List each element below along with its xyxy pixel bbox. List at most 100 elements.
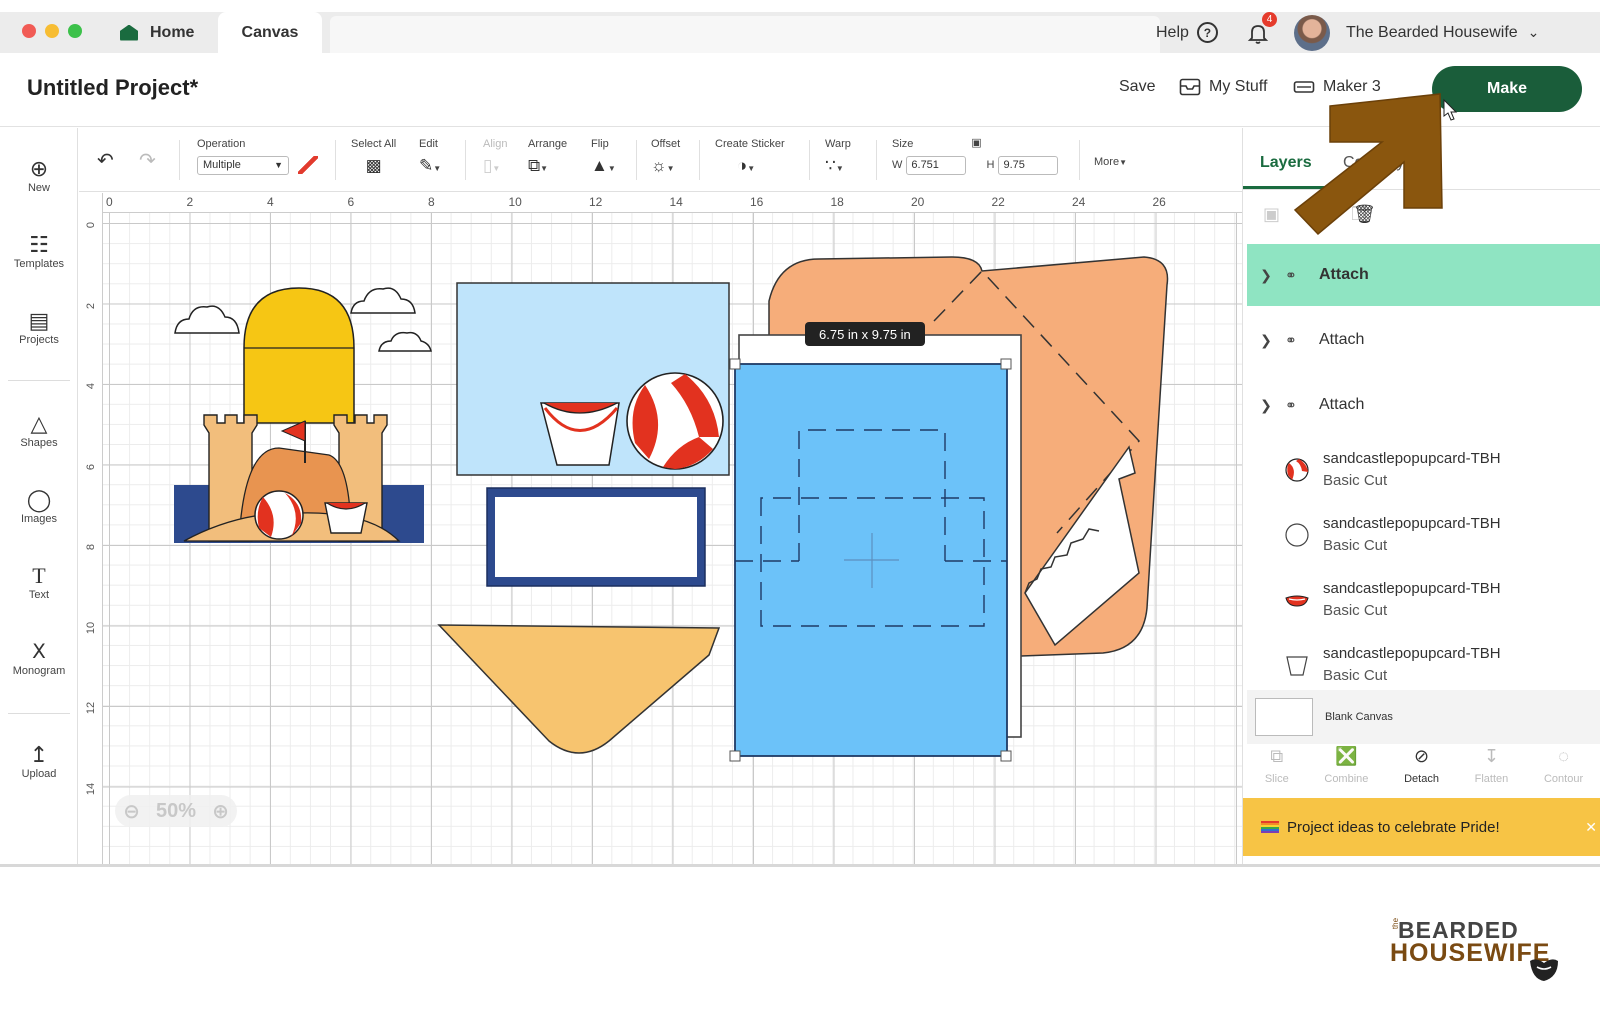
zoom-window-button[interactable]	[68, 24, 82, 38]
layer-name: sandcastlepopupcard-TBH	[1323, 580, 1501, 597]
layer-row[interactable]: sandcastlepopupcard-TBH Basic Cut	[1247, 569, 1600, 631]
zoom-out-icon[interactable]: ⊖	[123, 799, 140, 824]
notification-badge: 4	[1262, 12, 1277, 27]
flatten-icon: ↧	[1483, 746, 1499, 766]
rail-divider	[8, 713, 70, 714]
monogram-button[interactable]: Ⅹ Monogram	[0, 639, 78, 677]
operation-dropdown[interactable]: Multiple ▼	[197, 156, 289, 175]
layer-row[interactable]: sandcastlepopupcard-TBH Basic Cut	[1247, 504, 1600, 566]
size-lock-icon[interactable]: ▣	[969, 136, 983, 149]
select-all-button[interactable]: Select All ▩	[351, 138, 396, 176]
account-menu[interactable]: The Bearded Housewife ⌄	[1294, 12, 1539, 53]
shapes-button[interactable]: △ Shapes	[0, 411, 78, 449]
slice-icon: ⧉	[1270, 746, 1284, 766]
sand-base[interactable]	[437, 624, 721, 754]
templates-button[interactable]: ☷ Templates	[0, 232, 78, 270]
tab-home[interactable]: Home	[108, 12, 218, 53]
tshirt-icon: ☷	[29, 232, 49, 257]
make-button[interactable]: Make	[1432, 66, 1582, 112]
arrange-button[interactable]: Arrange ⧉▼	[528, 138, 567, 176]
more-button[interactable]: More▼	[1094, 156, 1127, 168]
warp-button[interactable]: Warp ∵▼	[825, 138, 851, 176]
clipboard-icon: ▤	[28, 308, 50, 333]
machine-select-button[interactable]: Maker 3	[1293, 78, 1381, 96]
help-button[interactable]: Help ?	[1156, 12, 1218, 53]
tab-layers[interactable]: Layers	[1260, 154, 1312, 172]
offset-button[interactable]: Offset ☼▼	[651, 138, 680, 176]
layer-group-row[interactable]: ❯ ⚭ Attach	[1247, 244, 1600, 306]
blank-canvas-layer[interactable]: Blank Canvas	[1247, 690, 1600, 744]
chevron-right-icon[interactable]: ❯	[1247, 267, 1285, 284]
trash-icon[interactable]: 🗑	[1353, 204, 1376, 225]
new-button[interactable]: ⊕ New	[0, 156, 78, 194]
height-input[interactable]: 9.75	[998, 156, 1059, 175]
resize-handle-tl[interactable]	[729, 358, 741, 370]
sticker-icon: ◑	[737, 156, 748, 175]
flip-icon: ▲	[591, 156, 608, 175]
chevron-right-icon[interactable]: ❯	[1247, 332, 1285, 349]
question-icon: ?	[1196, 22, 1218, 43]
group-icon[interactable]: ▣	[1263, 204, 1280, 225]
layer-group-row[interactable]: ❯ ⚭ Attach	[1247, 374, 1600, 436]
tab-canvas[interactable]: Canvas	[218, 12, 322, 53]
my-stuff-button[interactable]: My Stuff	[1179, 78, 1267, 96]
layer-group-row[interactable]: ❯ ⚭ Attach	[1247, 309, 1600, 371]
resize-handle-bl[interactable]	[729, 750, 741, 762]
beach-ball-icon	[1281, 454, 1313, 486]
upload-button[interactable]: ↥ Upload	[0, 742, 78, 780]
minimize-window-button[interactable]	[45, 24, 59, 38]
project-title[interactable]: Untitled Project*	[27, 75, 198, 101]
zoom-in-icon[interactable]: ⊕	[212, 799, 229, 824]
close-icon[interactable]: ✕	[1585, 819, 1597, 836]
offset-icon: ☼	[651, 156, 667, 175]
label-frame[interactable]	[486, 487, 706, 587]
project-header: Untitled Project* Save My Stuff Maker 3 …	[0, 53, 1600, 127]
resize-handle-tr[interactable]	[1000, 358, 1012, 370]
attach-icon: ⚭	[1285, 266, 1297, 283]
design-space-window: Home Canvas Help ? 4 The Bearded Housewi…	[0, 12, 1600, 867]
toolbar-divider	[636, 140, 637, 180]
detach-button[interactable]: ⊘ Detach	[1404, 746, 1439, 798]
undo-icon[interactable]: ↶	[97, 148, 114, 173]
layer-row[interactable]: sandcastlepopupcard-TBH Basic Cut	[1247, 439, 1600, 501]
redo-icon[interactable]: ↷	[139, 148, 156, 173]
combine-button[interactable]: ❎ Combine	[1324, 746, 1368, 798]
create-sticker-button[interactable]: Create Sticker ◑▼	[715, 138, 785, 176]
size-tooltip: 6.75 in x 9.75 in	[805, 322, 925, 346]
detach-icon: ⊘	[1413, 746, 1430, 766]
popup-card-selected[interactable]	[729, 358, 1012, 762]
resize-handle-br[interactable]	[1000, 750, 1012, 762]
attach-icon: ⚭	[1285, 396, 1297, 413]
avatar	[1294, 14, 1330, 51]
flip-button[interactable]: Flip ▲▼	[591, 138, 616, 176]
rainbow-flag-icon	[1261, 821, 1279, 833]
layer-operation: Basic Cut	[1323, 537, 1388, 554]
pen-color-swatch[interactable]	[298, 156, 319, 175]
design-canvas[interactable]: 0 2 4 6 8 10 12 14 16 18 20 22 24 26 0 2 4 6 8 10 12 14	[79, 193, 1266, 864]
notifications-button[interactable]: 4	[1246, 12, 1277, 53]
layer-name: sandcastlepopupcard-TBH	[1323, 450, 1501, 467]
save-button[interactable]: Save	[1119, 78, 1155, 96]
tab-color-sync[interactable]: Color Sync	[1343, 154, 1421, 172]
tab-strip-empty	[330, 16, 1160, 53]
cutting-machine-icon	[1293, 81, 1315, 93]
close-window-button[interactable]	[22, 24, 36, 38]
layer-row[interactable]: sandcastlepopupcard-TBH Basic Cut	[1247, 634, 1600, 696]
edit-button[interactable]: Edit ✎▼	[419, 138, 441, 176]
width-input[interactable]: 6.751	[906, 156, 967, 175]
images-button[interactable]: ◯ Images	[0, 487, 78, 525]
sky-panel[interactable]	[456, 282, 730, 476]
bucket-icon	[1281, 649, 1313, 681]
slice-button[interactable]: ⧉ Slice	[1265, 746, 1289, 798]
text-button[interactable]: T Text	[0, 563, 78, 601]
flatten-button[interactable]: ↧ Flatten	[1475, 746, 1509, 798]
sandcastle-card[interactable]	[174, 287, 432, 543]
canvas-artwork	[174, 256, 1169, 762]
align-button[interactable]: Align ▯▼	[483, 138, 507, 176]
layers-panel: Layers Color Sync ▣ ❐ 🗑 ❯ ⚭ Attach ❯ ⚭ Attach…	[1242, 128, 1600, 864]
chevron-right-icon[interactable]: ❯	[1247, 397, 1285, 414]
contour-button[interactable]: ◌ Contour	[1544, 746, 1583, 798]
projects-button[interactable]: ▤ Projects	[0, 308, 78, 346]
toolbar-divider	[809, 140, 810, 180]
promo-banner[interactable]: Project ideas to celebrate Pride! ✕	[1243, 798, 1600, 856]
